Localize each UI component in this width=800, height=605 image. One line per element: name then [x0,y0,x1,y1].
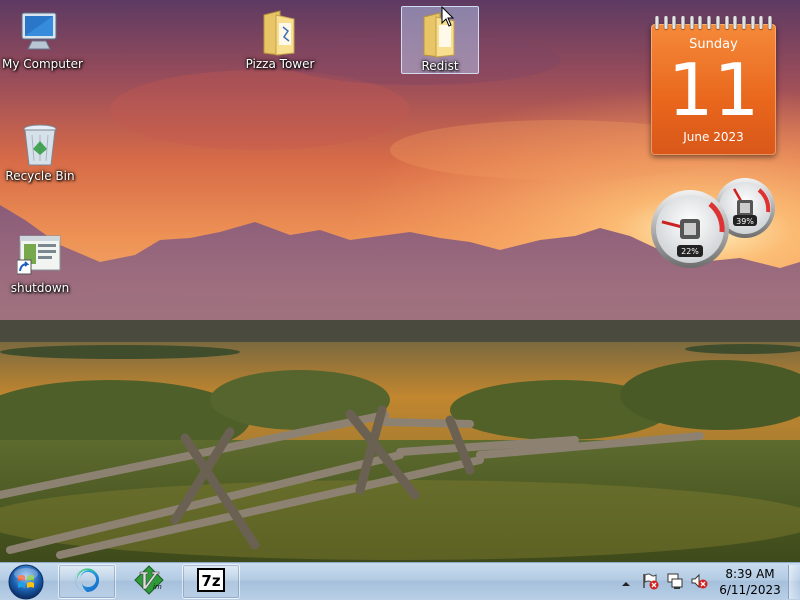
taskbar-button-7zip[interactable]: 7z [182,564,240,599]
folder-icon [260,9,300,61]
cpu-gauge: 22% [651,190,729,268]
7zip-icon: 7z [197,567,225,596]
calendar-binding-rings [655,16,772,30]
desktop-icon-label: Recycle Bin [5,169,75,183]
calendar-month-year: June 2023 [683,130,744,144]
cpu-meter-gadget[interactable]: 39% 22% [648,174,778,270]
cpu-percent: 22% [681,247,699,256]
clock-time: 8:39 AM [725,567,775,581]
desktop-icon-shutdown[interactable]: shutdown [1,228,79,296]
desktop-icon-label: Redist [421,59,459,73]
svg-text:7z: 7z [201,572,220,590]
computer-icon [18,9,62,57]
clock-date: 6/11/2023 [719,583,781,597]
network-icon[interactable] [666,572,684,594]
desktop-icon-my-computer[interactable]: My Computer [1,4,83,72]
taskbar-button-edge[interactable] [58,564,116,599]
show-desktop-button[interactable] [788,565,800,599]
svg-text:im: im [153,583,162,591]
calendar-day-number: 11 [667,48,760,132]
desktop-icon-pizza-tower[interactable]: Pizza Tower [241,4,319,72]
edge-icon [74,567,100,597]
desktop-icon-recycle-bin[interactable]: Recycle Bin [1,116,79,184]
memory-percent: 39% [736,217,754,226]
desktop-icon-redist[interactable]: Redist [401,6,479,74]
action-center-flag-icon[interactable] [641,572,659,594]
mouse-cursor-icon [441,5,455,32]
desktop-icon-label: My Computer [2,57,83,71]
shortcut-icon [16,233,63,281]
windows-start-orb-icon [8,564,44,600]
calendar-gadget[interactable]: Sunday 11 June 2023 [651,16,776,155]
taskbar-button-vim[interactable]: im [120,564,178,599]
taskbar: im 7z 8:39 AM 6/11/2023 [0,562,800,600]
start-button[interactable] [4,563,48,601]
desktop-icon-label: shutdown [10,281,70,295]
desktop-icon-label: Pizza Tower [245,57,315,71]
recycle-bin-icon [20,121,60,173]
chevron-up-icon[interactable] [620,575,632,594]
vim-icon: im [133,564,165,599]
volume-muted-icon[interactable] [690,572,708,594]
taskbar-clock[interactable]: 8:39 AM 6/11/2023 [712,566,788,598]
